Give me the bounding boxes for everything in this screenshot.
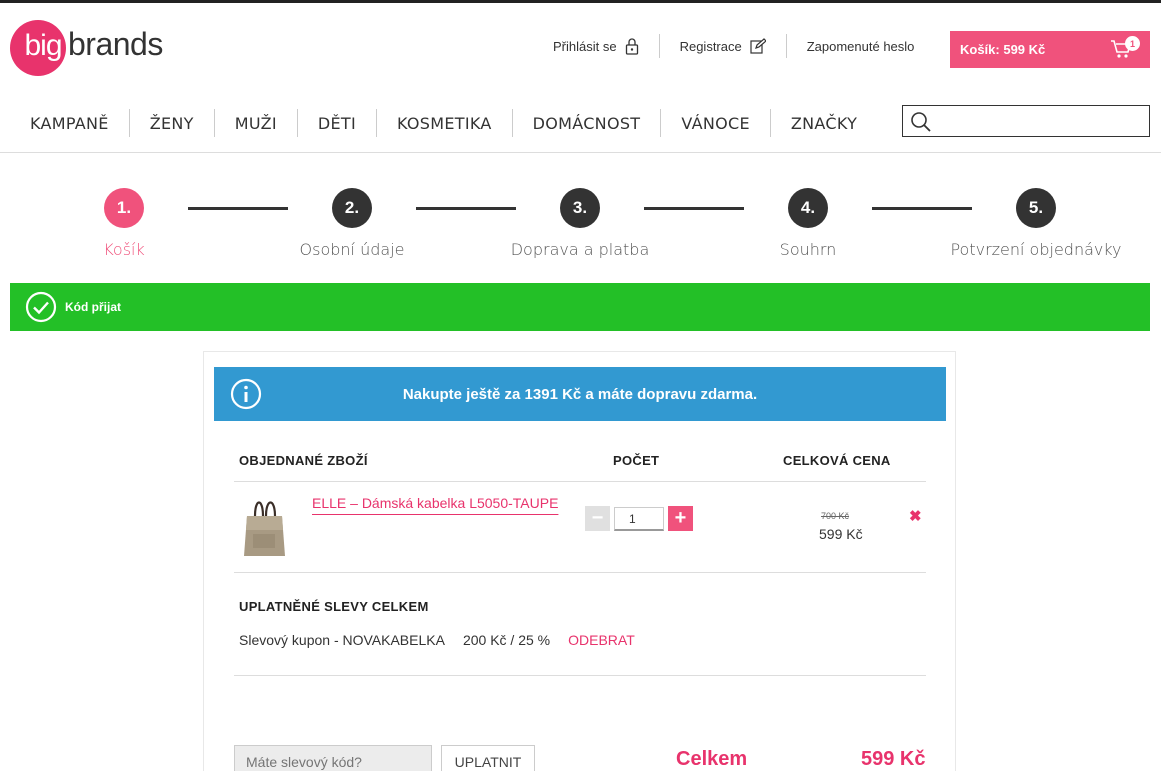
col-header-item: OBJEDNANÉ ZBOŽÍ xyxy=(239,453,368,468)
price-original: 700 Kč xyxy=(821,511,850,521)
divider xyxy=(234,572,926,573)
logo[interactable]: big brands xyxy=(10,20,163,76)
search-icon[interactable] xyxy=(910,111,932,133)
cart-label: Košík: 599 Kč xyxy=(960,42,1046,57)
discount-name: Slevový kupon - NOVAKABELKA xyxy=(239,632,445,648)
nav-item-muzi[interactable]: MUŽI xyxy=(215,109,298,137)
step-shipping-payment: 3. Doprava a platba xyxy=(480,188,680,259)
col-header-price: CELKOVÁ CENA xyxy=(783,453,891,468)
product-image[interactable] xyxy=(239,494,289,558)
divider xyxy=(234,675,926,676)
qty-input[interactable] xyxy=(614,507,664,531)
col-header-qty: POČET xyxy=(613,453,660,468)
step-number: 3. xyxy=(560,188,600,228)
login-link[interactable]: Přihlásit se xyxy=(545,34,660,58)
step-label: Osobní údaje xyxy=(299,240,405,259)
cart-count-badge: 1 xyxy=(1125,36,1140,51)
step-label: Doprava a platba xyxy=(510,240,650,259)
total-value: 599 Kč xyxy=(861,748,926,770)
coupon-code-input[interactable] xyxy=(234,745,432,771)
apply-coupon-button[interactable]: UPLATNIT xyxy=(441,745,535,771)
nav-item-kosmetika[interactable]: KOSMETIKA xyxy=(377,109,513,137)
check-circle-icon xyxy=(25,291,57,323)
qty-decrease-button[interactable]: − xyxy=(585,506,610,531)
discount-remove-link[interactable]: ODEBRAT xyxy=(568,632,635,648)
nav-item-deti[interactable]: DĚTI xyxy=(298,109,377,137)
step-summary: 4. Souhrn xyxy=(708,188,908,259)
nav-item-domacnost[interactable]: DOMÁCNOST xyxy=(513,109,662,137)
account-links: Přihlásit se Registrace Zapomenuté heslo xyxy=(545,30,926,62)
total-label: Celkem xyxy=(676,748,748,770)
step-number: 5. xyxy=(1016,188,1056,228)
register-link[interactable]: Registrace xyxy=(660,34,787,58)
main-nav: KAMPANĚ ŽENY MUŽI DĚTI KOSMETIKA DOMÁCNO… xyxy=(10,108,877,138)
step-number: 4. xyxy=(788,188,828,228)
lock-icon xyxy=(625,38,638,55)
step-label: Souhrn xyxy=(779,240,837,259)
remove-item-icon[interactable]: ✖ xyxy=(909,507,922,525)
register-label: Registrace xyxy=(679,38,742,54)
product-name-link[interactable]: ELLE – Dámská kabelka L5050-TAUPE xyxy=(312,495,558,511)
divider xyxy=(234,481,926,482)
cart-panel: Nakupte ještě za 1391 Kč a máte dopravu … xyxy=(203,351,956,771)
price-current: 599 Kč xyxy=(819,526,863,542)
logo-circle: big xyxy=(10,20,66,76)
top-border xyxy=(0,0,1161,3)
discount-amount: 200 Kč / 25 % xyxy=(462,632,551,648)
nav-item-zeny[interactable]: ŽENY xyxy=(130,109,215,137)
logo-text-brands: brands xyxy=(68,25,163,62)
logo-text-big: big xyxy=(24,29,62,62)
step-label: Košík xyxy=(103,240,145,259)
search-input[interactable] xyxy=(937,108,1143,134)
nav-item-vanoce[interactable]: VÁNOCE xyxy=(661,109,771,137)
success-banner: Kód přijat xyxy=(10,283,1150,331)
discount-row: Slevový kupon - NOVAKABELKA 200 Kč / 25 … xyxy=(239,632,635,648)
discounts-title: UPLATNĚNÉ SLEVY CELKEM xyxy=(239,599,429,614)
nav-item-kampane[interactable]: KAMPANĚ xyxy=(10,109,130,137)
success-message: Kód přijat xyxy=(65,300,121,314)
nav-item-znacky[interactable]: ZNAČKY xyxy=(771,109,877,137)
step-label: Potvrzení objednávky xyxy=(950,240,1122,259)
info-message: Nakupte ještě za 1391 Kč a máte dopravu … xyxy=(402,385,758,403)
login-label: Přihlásit se xyxy=(553,38,617,54)
step-number: 2. xyxy=(332,188,372,228)
step-number: 1. xyxy=(104,188,144,228)
edit-icon xyxy=(750,38,766,54)
forgot-label: Zapomenuté heslo xyxy=(806,38,915,54)
step-personal-info: 2. Osobní údaje xyxy=(252,188,452,259)
info-banner: Nakupte ještě za 1391 Kč a máte dopravu … xyxy=(214,367,946,421)
search-box xyxy=(902,105,1150,137)
step-confirmation: 5. Potvrzení objednávky xyxy=(936,188,1136,259)
step-cart[interactable]: 1. Košík xyxy=(24,188,224,259)
qty-increase-button[interactable]: + xyxy=(668,506,693,531)
forgot-password-link[interactable]: Zapomenuté heslo xyxy=(787,34,927,58)
cart-button[interactable]: Košík: 599 Kč 1 xyxy=(950,31,1150,68)
header-divider xyxy=(0,152,1161,153)
